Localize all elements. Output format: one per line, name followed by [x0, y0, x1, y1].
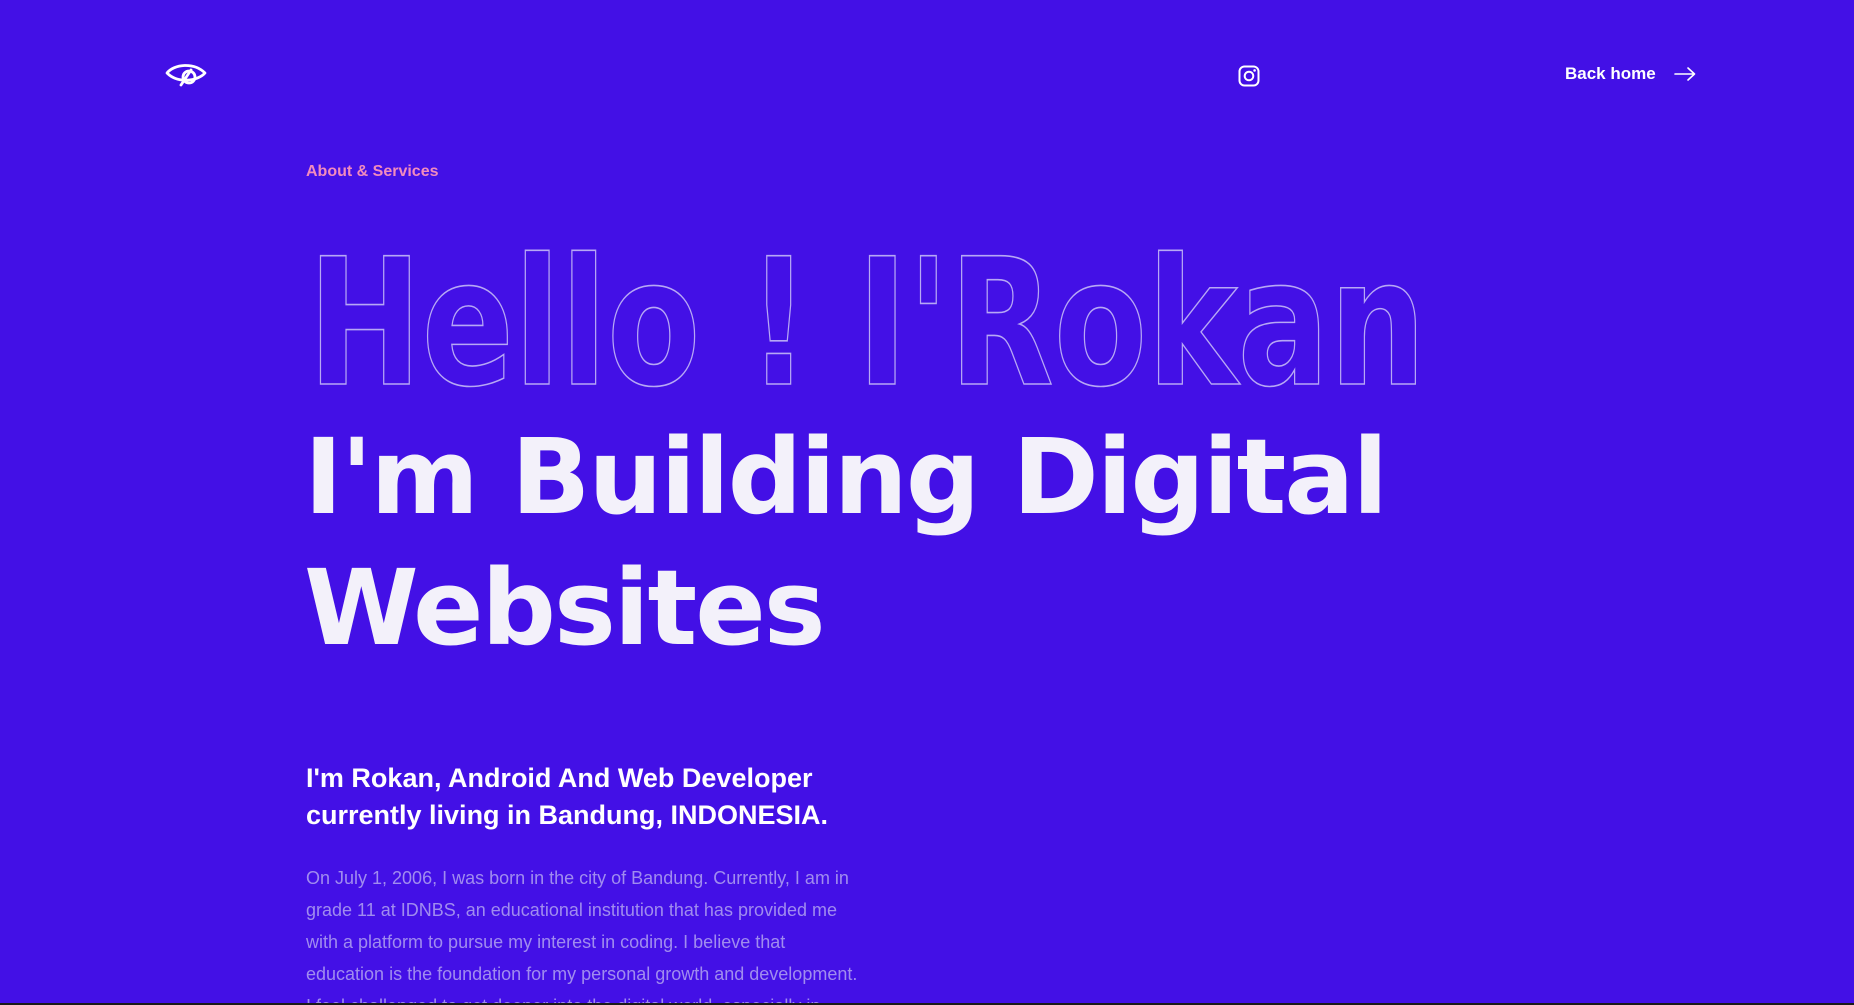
outline-greeting: Hello ! I'Rokan — [307, 220, 1427, 427]
intro-heading: I'm Rokan, Android And Web Developer cur… — [306, 763, 829, 830]
section-eyebrow: About & Services — [306, 163, 439, 180]
back-home-link[interactable]: Back home — [1565, 64, 1696, 84]
instagram-icon[interactable] — [1237, 64, 1261, 88]
outline-greeting-text: Hello ! I'Rokan — [308, 221, 1426, 426]
eye-logo-icon[interactable] — [164, 60, 208, 92]
arrow-right-icon — [1673, 67, 1696, 81]
bio-paragraph: On July 1, 2006, I was born in the city … — [306, 868, 858, 1003]
page-frame: Back home About & Services Hello ! I'Rok… — [0, 0, 1854, 1005]
back-home-label: Back home — [1565, 64, 1656, 83]
hero-headline: I'm Building Digital Websites — [304, 416, 1388, 669]
